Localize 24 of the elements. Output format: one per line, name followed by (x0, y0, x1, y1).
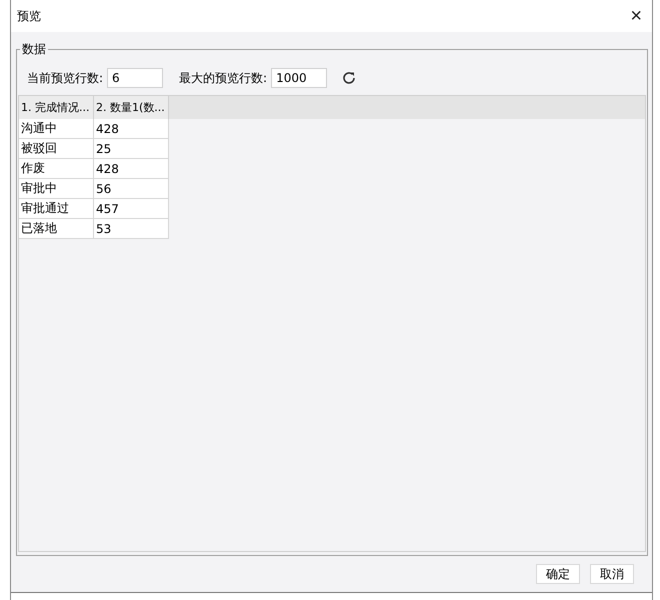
column-header[interactable]: 2. 数量1(数... (94, 96, 169, 119)
table-cell: 457 (94, 199, 169, 219)
table-cell: 审批中 (19, 179, 94, 199)
table-cell: 428 (94, 119, 169, 139)
table-cell: 428 (94, 159, 169, 179)
group-title: 数据 (21, 41, 47, 58)
window-title: 预览 (17, 8, 41, 24)
table-cell: 已落地 (19, 219, 94, 239)
table-cell: 被驳回 (19, 139, 94, 159)
cancel-button[interactable]: 取消 (590, 564, 634, 584)
table-cell: 审批通过 (19, 199, 94, 219)
field-label: 当前预览行数: (27, 70, 104, 86)
close-button[interactable]: × (626, 6, 646, 26)
ok-button[interactable]: 确定 (536, 564, 580, 584)
field-label: 最大的预览行数: (179, 70, 268, 86)
table-cell: 53 (94, 219, 169, 239)
column-header[interactable]: 1. 完成情况... (19, 96, 94, 119)
refresh-icon[interactable] (341, 70, 358, 86)
table-cell: 56 (94, 179, 169, 199)
table-cell: 作废 (19, 159, 94, 179)
table-cell: 沟通中 (19, 119, 94, 139)
number-input[interactable]: 1000 (271, 68, 328, 88)
table-cell: 25 (94, 139, 169, 159)
number-input[interactable]: 6 (107, 68, 164, 88)
